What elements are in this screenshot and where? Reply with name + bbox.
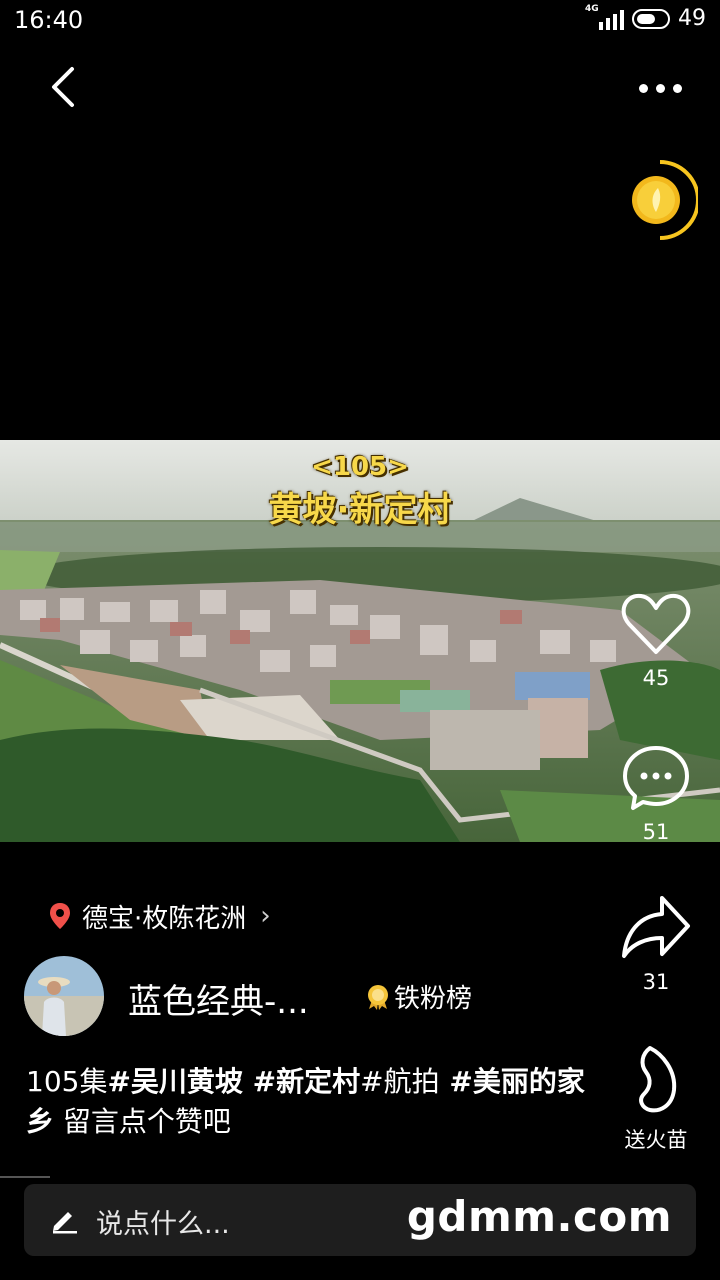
watermark: gdmm.com — [406, 1192, 672, 1241]
video-title-overlay: 黄坡·新定村 — [268, 490, 452, 530]
send-flame-button[interactable]: 送火苗 — [606, 1044, 706, 1154]
share-button[interactable]: 31 — [606, 892, 706, 994]
hashtag-link[interactable]: #吴川黄坡 — [107, 1065, 242, 1098]
description-prefix: 105集 — [26, 1065, 108, 1098]
divider — [0, 1176, 50, 1178]
fan-rank-button[interactable]: 铁粉榜 — [366, 978, 472, 1015]
reward-coin-button[interactable] — [624, 158, 700, 242]
status-bar: 16:40 4G 49 — [0, 0, 720, 40]
network-type: 4G — [585, 3, 599, 14]
more-dot-icon — [655, 83, 665, 93]
battery-icon — [632, 8, 670, 29]
location-tag[interactable]: 德宝·枚陈花洲 › — [48, 898, 271, 934]
description-suffix: 留言点个赞吧 — [54, 1105, 231, 1138]
avatar-image — [24, 956, 104, 1036]
signal-icon: 4G — [585, 4, 624, 30]
chevron-right-icon: › — [260, 901, 271, 931]
status-indicators: 4G 49 — [585, 4, 706, 32]
share-count: 31 — [642, 970, 670, 994]
heart-icon — [621, 593, 691, 654]
hashtag-link[interactable]: #新定村 — [243, 1065, 360, 1098]
pencil-icon — [53, 1212, 77, 1234]
comment-count: 51 — [642, 820, 670, 844]
like-count: 45 — [642, 666, 670, 690]
comment-placeholder: 说点什么... — [96, 1209, 230, 1240]
video-description: 105集#吴川黄坡 #新定村#航拍 #美丽的家乡 留言点个赞吧 — [26, 1062, 586, 1142]
more-options-button[interactable] — [630, 68, 690, 108]
coin-icon — [632, 160, 700, 240]
fan-rank-label: 铁粉榜 — [394, 984, 473, 1014]
status-time: 16:40 — [14, 6, 84, 34]
more-dot-icon — [638, 83, 648, 93]
more-dot-icon — [672, 83, 682, 93]
share-arrow-icon — [622, 896, 690, 958]
send-flame-label: 送火苗 — [624, 1128, 688, 1152]
battery-level: 49 — [678, 6, 706, 31]
flame-icon — [639, 1046, 677, 1113]
author-avatar[interactable] — [24, 956, 104, 1036]
video-episode-label: <105> — [311, 452, 409, 482]
comment-button[interactable]: 51 — [606, 744, 706, 844]
author-name[interactable]: 蓝色经典-... — [128, 974, 309, 1023]
back-button[interactable] — [38, 62, 88, 112]
comment-bubble-icon — [623, 746, 689, 810]
hashtag-link[interactable]: #航拍 — [360, 1065, 439, 1098]
like-button[interactable]: 45 — [606, 592, 706, 690]
chevron-left-icon — [52, 67, 74, 107]
location-label: 德宝·枚陈花洲 — [82, 903, 247, 934]
medal-icon — [368, 984, 388, 1010]
comment-input[interactable]: 说点什么... gdmm.com — [24, 1184, 696, 1256]
location-pin-icon — [50, 903, 70, 929]
